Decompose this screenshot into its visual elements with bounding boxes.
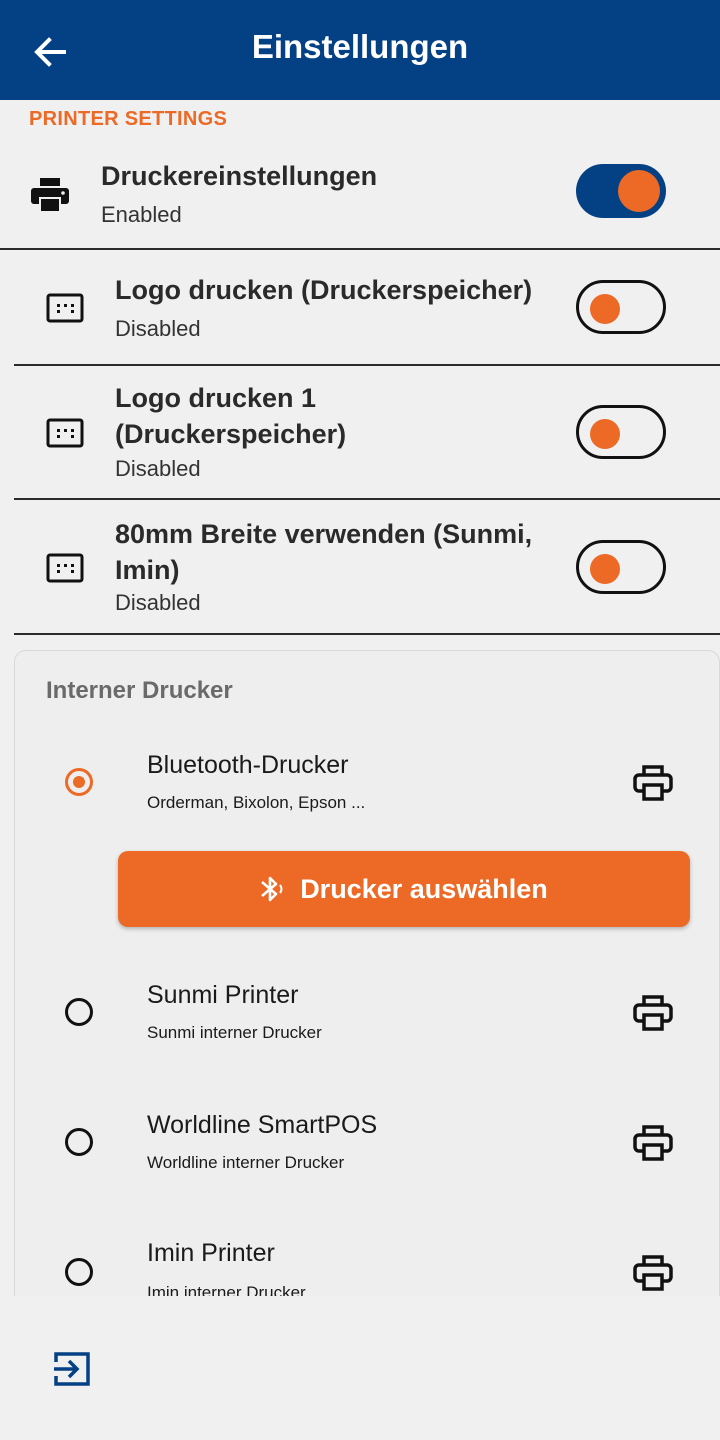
setting-label: Druckereinstellungen <box>101 161 378 191</box>
setting-status: Disabled <box>115 590 201 615</box>
bottom-bar <box>0 1296 720 1440</box>
toggle-logo-print[interactable] <box>576 280 666 334</box>
toggle-knob <box>590 554 620 584</box>
setting-logo-print-1[interactable]: Logo drucken 1 (Druckerspeicher) Disable… <box>0 366 720 498</box>
option-name: Worldline SmartPOS <box>147 1111 378 1139</box>
printer-option-sunmi[interactable]: Sunmi Printer Sunmi interner Drucker <box>15 971 719 1071</box>
toggle-knob <box>618 170 660 212</box>
option-name: Bluetooth-Drucker <box>147 751 349 779</box>
radio-button[interactable] <box>65 768 93 796</box>
radio-button[interactable] <box>65 1258 93 1286</box>
toggle-knob <box>590 294 620 324</box>
option-name: Imin Printer <box>147 1239 275 1267</box>
printer-outline-icon[interactable] <box>633 1255 673 1291</box>
option-desc: Worldline interner Drucker <box>147 1153 345 1172</box>
setting-status: Disabled <box>115 456 201 481</box>
printer-option-worldline[interactable]: Worldline SmartPOS Worldline interner Dr… <box>15 1101 719 1201</box>
setting-label: Logo drucken (Druckerspeicher) <box>115 275 533 305</box>
printer-outline-icon[interactable] <box>633 765 673 801</box>
page-title: Einstellungen <box>251 28 469 65</box>
setting-status: Disabled <box>115 316 201 341</box>
printer-outline-icon[interactable] <box>633 995 673 1031</box>
app-bar: Einstellungen <box>0 0 720 100</box>
toggle-knob <box>590 419 620 449</box>
toggle-logo-print-1[interactable] <box>576 405 666 459</box>
select-printer-label: Drucker auswählen <box>300 873 548 904</box>
section-header: PRINTER SETTINGS <box>29 108 228 130</box>
memory-card-icon <box>46 553 84 583</box>
internal-printer-card: Interner Drucker Bluetooth-Drucker Order… <box>14 650 720 1312</box>
setting-label: Logo drucken 1 (Druckerspeicher) <box>115 383 347 449</box>
toggle-80mm-width[interactable] <box>576 540 666 594</box>
option-desc: Sunmi interner Drucker <box>147 1023 322 1042</box>
logout-icon[interactable] <box>52 1350 92 1388</box>
card-title: Interner Drucker <box>46 677 233 704</box>
option-name: Sunmi Printer <box>147 981 299 1009</box>
memory-card-icon <box>46 293 84 323</box>
option-desc: Orderman, Bixolon, Epson ... <box>147 793 366 812</box>
select-printer-button[interactable]: Drucker auswählen <box>118 851 690 927</box>
setting-printer-settings[interactable]: Druckereinstellungen Enabled <box>0 150 720 248</box>
printer-outline-icon[interactable] <box>633 1125 673 1161</box>
radio-button[interactable] <box>65 998 93 1026</box>
printer-icon <box>31 178 69 212</box>
radio-button[interactable] <box>65 1128 93 1156</box>
setting-80mm-width[interactable]: 80mm Breite verwenden (Sunmi, Imin) Disa… <box>0 500 720 634</box>
bluetooth-icon <box>261 876 283 902</box>
setting-logo-print[interactable]: Logo drucken (Druckerspeicher) Disabled <box>0 250 720 364</box>
printer-option-bluetooth[interactable]: Bluetooth-Drucker Orderman, Bixolon, Eps… <box>15 741 719 841</box>
memory-card-icon <box>46 418 84 448</box>
divider <box>14 633 720 635</box>
toggle-printer-settings[interactable] <box>576 164 666 218</box>
setting-label: 80mm Breite verwenden (Sunmi, Imin) <box>115 519 533 585</box>
setting-status: Enabled <box>101 202 182 227</box>
